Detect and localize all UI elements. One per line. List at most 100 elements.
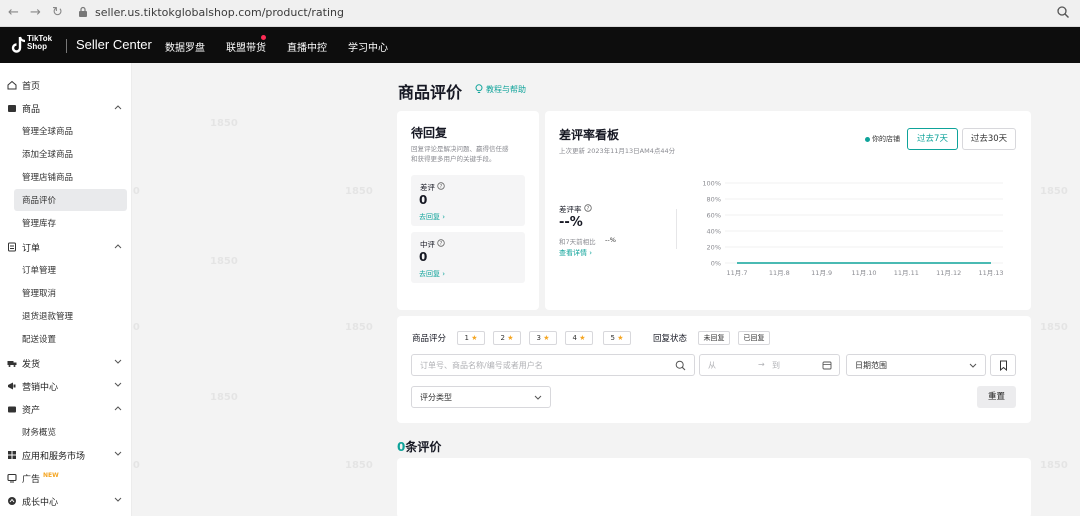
growth-icon xyxy=(8,497,16,505)
svg-text:?: ? xyxy=(587,206,590,212)
tab-past-30-days[interactable]: 过去30天 xyxy=(962,128,1016,150)
sidebar-item-app-store[interactable]: 应用和服务市场 xyxy=(0,444,132,466)
negative-count: 0 xyxy=(419,193,428,207)
legend-dot xyxy=(865,137,870,142)
neutral-review-box: 中评 ? 0 去回复 › xyxy=(411,232,525,283)
sidebar-item-returns-refunds[interactable]: 退货退款管理 xyxy=(0,305,132,327)
neutral-reply-link[interactable]: 去回复 › xyxy=(419,269,445,279)
bookmark-button[interactable] xyxy=(990,354,1016,376)
compare-value: --% xyxy=(605,236,616,244)
new-badge: NEW xyxy=(43,472,59,479)
star-filter-5[interactable]: 5 ★ xyxy=(603,331,631,345)
rate-label: 差评率 xyxy=(559,205,582,214)
filter-panel: 商品评分 1 ★ 2 ★ 3 ★ 4 ★ 5 ★ 回复状态 未回复 已回复 订单… xyxy=(397,316,1031,423)
address-bar[interactable]: seller.us.tiktokglobalshop.com/product/r… xyxy=(95,6,344,19)
chart-x-tick-label: 11月.8 xyxy=(769,269,790,277)
neutral-count: 0 xyxy=(419,250,428,264)
reviews-count-heading: 0条评价 xyxy=(397,438,441,455)
status-replied[interactable]: 已回复 xyxy=(738,331,770,345)
star-filter-4[interactable]: 4 ★ xyxy=(565,331,593,345)
sidebar-item-shipping-settings[interactable]: 配送设置 xyxy=(0,328,132,350)
pending-description: 回复评论是解决问题、赢得信任感 和获得更多用户的关键手段。 xyxy=(411,145,509,163)
sidebar-item-manage-shop-products[interactable]: 管理店铺商品 xyxy=(0,166,132,188)
reviews-list xyxy=(397,458,1031,516)
dashboard-title: 差评率看板 xyxy=(559,128,620,142)
chevron-down-icon xyxy=(114,451,122,456)
apps-grid-icon xyxy=(8,451,16,459)
chart-y-tick-label: 60% xyxy=(707,212,721,220)
pending-title: 待回复 xyxy=(411,126,448,140)
sidebar-item-orders[interactable]: 订单 xyxy=(0,236,132,258)
search-input[interactable]: 订单号、商品名称/编号或者用户名 xyxy=(411,354,695,376)
truck-icon xyxy=(7,361,17,367)
watermark: 1850 xyxy=(210,118,238,129)
tab-past-7-days[interactable]: 过去7天 xyxy=(907,128,958,150)
negative-rate-line-chart: 100% 80% 60% 40% 20% 0% 11月.7 11月.8 11月.9 11月.10 1… xyxy=(702,180,1003,278)
chart-y-tick-label: 80% xyxy=(707,196,721,204)
rating-type-select[interactable]: 评分类型 xyxy=(411,386,551,408)
chart-x-tick-label: 11月.9 xyxy=(811,269,832,277)
sidebar-item-order-management[interactable]: 订单管理 xyxy=(0,259,132,281)
sidebar-item-assets[interactable]: 资产 xyxy=(0,398,132,420)
star-filter-1[interactable]: 1 ★ xyxy=(457,331,485,345)
negative-reply-link[interactable]: 去回复 › xyxy=(419,212,445,222)
date-picker[interactable]: 从 → 到 xyxy=(699,354,840,376)
calendar-icon[interactable] xyxy=(822,360,832,370)
last-updated: 上次更新 2023年11月13日AM4点44分 xyxy=(559,147,676,155)
legend-label: 你的店铺 xyxy=(872,135,900,143)
chart-y-tick-label: 100% xyxy=(702,180,721,188)
wallet-icon xyxy=(8,406,16,413)
chart-x-tick-label: 11月.7 xyxy=(727,269,748,277)
home-icon xyxy=(7,80,17,90)
chevron-up-icon xyxy=(114,406,122,411)
star-filter-2[interactable]: 2 ★ xyxy=(493,331,521,345)
topmenu-data-compass[interactable]: 数据罗盘 xyxy=(165,39,205,54)
lock-icon xyxy=(79,6,87,17)
lightbulb-icon xyxy=(475,84,483,93)
sidebar-item-product[interactable]: 商品 xyxy=(0,97,132,119)
star-filter-3[interactable]: 3 ★ xyxy=(529,331,557,345)
status-unreplied[interactable]: 未回复 xyxy=(698,331,730,345)
sidebar-item-add-global-product[interactable]: 添加全球商品 xyxy=(0,143,132,165)
topmenu-live-control[interactable]: 直播中控 xyxy=(287,39,327,54)
sidebar-item-manage-cancellations[interactable]: 管理取消 xyxy=(0,282,132,304)
search-icon[interactable] xyxy=(675,360,686,371)
chart-x-tick-label: 11月.10 xyxy=(851,269,876,277)
reviews-suffix: 条评价 xyxy=(405,440,442,454)
order-icon xyxy=(8,242,16,252)
reload-button[interactable]: ↻ xyxy=(52,5,63,20)
chart-x-tick-label: 11月.11 xyxy=(894,269,919,277)
chart-y-tick-label: 40% xyxy=(707,228,721,236)
watermark: 1850 xyxy=(345,460,373,471)
seller-center-title[interactable]: Seller Center xyxy=(76,37,152,52)
watermark: 1850 xyxy=(1040,186,1068,197)
zoom-icon[interactable] xyxy=(1056,5,1070,19)
help-circle-icon[interactable]: ? xyxy=(437,182,445,190)
reply-status-label: 回复状态 xyxy=(653,334,688,344)
topmenu-affiliate[interactable]: 联盟带货 xyxy=(226,35,266,54)
back-button[interactable]: ← xyxy=(8,5,19,20)
reset-button[interactable]: 重置 xyxy=(977,386,1016,408)
sidebar-item-growth-center[interactable]: 成长中心 xyxy=(0,490,132,512)
chart-y-tick-label: 20% xyxy=(707,244,721,252)
sidebar-item-finance-overview[interactable]: 财务概览 xyxy=(0,421,132,443)
svg-text:?: ? xyxy=(440,241,443,247)
watermark: 1850 xyxy=(1040,322,1068,333)
sidebar-item-manage-global-products[interactable]: 管理全球商品 xyxy=(0,120,132,142)
help-circle-icon[interactable]: ? xyxy=(584,204,592,212)
sidebar-item-manage-inventory[interactable]: 管理库存 xyxy=(0,212,132,234)
sidebar-item-product-ratings[interactable]: 商品评价 xyxy=(0,189,132,211)
forward-button[interactable]: → xyxy=(30,5,41,20)
date-range-select[interactable]: 日期范围 xyxy=(846,354,986,376)
topmenu-learning-center[interactable]: 学习中心 xyxy=(348,39,388,54)
sidebar-item-ads[interactable]: 广告 NEW xyxy=(0,467,132,489)
help-circle-icon[interactable]: ? xyxy=(437,239,445,247)
compare-label: 和7天前相比 xyxy=(559,238,596,246)
sidebar-item-shipping[interactable]: 发货 xyxy=(0,352,132,374)
chevron-down-icon xyxy=(114,382,122,387)
sidebar-item-home[interactable]: 首页 xyxy=(0,74,132,96)
chevron-down-icon xyxy=(534,395,542,400)
sidebar-item-marketing[interactable]: 营销中心 xyxy=(0,375,132,397)
browser-toolbar: ← → ↻ seller.us.tiktokglobalshop.com/pro… xyxy=(0,0,1080,27)
view-details-link[interactable]: 查看详情 › xyxy=(559,248,592,258)
